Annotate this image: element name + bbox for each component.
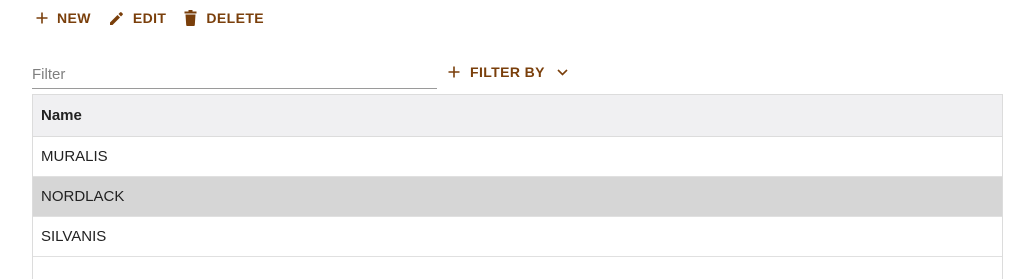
new-button[interactable]: NEW [36,7,91,29]
filter-field [32,58,437,89]
table-row[interactable]: SILVANIS [33,217,1002,257]
row-name-cell: MURALIS [41,148,108,165]
edit-button-label: EDIT [132,10,167,26]
table-row[interactable]: NORDLACK [33,177,1002,217]
pencil-icon [109,11,123,25]
toolbar: NEW EDIT DELETE [36,7,282,29]
row-name-cell: NORDLACK [41,188,125,205]
row-name-cell: SILVANIS [41,228,107,245]
plus-icon [36,12,48,24]
edit-button[interactable]: EDIT [109,7,167,29]
new-button-label: NEW [57,10,91,26]
delete-button[interactable]: DELETE [184,7,264,29]
trash-icon [184,10,197,26]
column-header-label: Name [41,107,82,124]
filter-by-label: FILTER BY [470,64,545,80]
delete-button-label: DELETE [206,10,265,26]
filter-by-button[interactable]: FILTER BY [448,61,568,83]
column-header-name[interactable]: Name [33,95,1002,137]
filter-input[interactable] [32,60,437,88]
plus-icon [448,66,460,78]
data-grid: Name MURALIS NORDLACK SILVANIS [32,94,1003,279]
chevron-down-icon [557,68,568,76]
table-row[interactable]: MURALIS [33,137,1002,177]
